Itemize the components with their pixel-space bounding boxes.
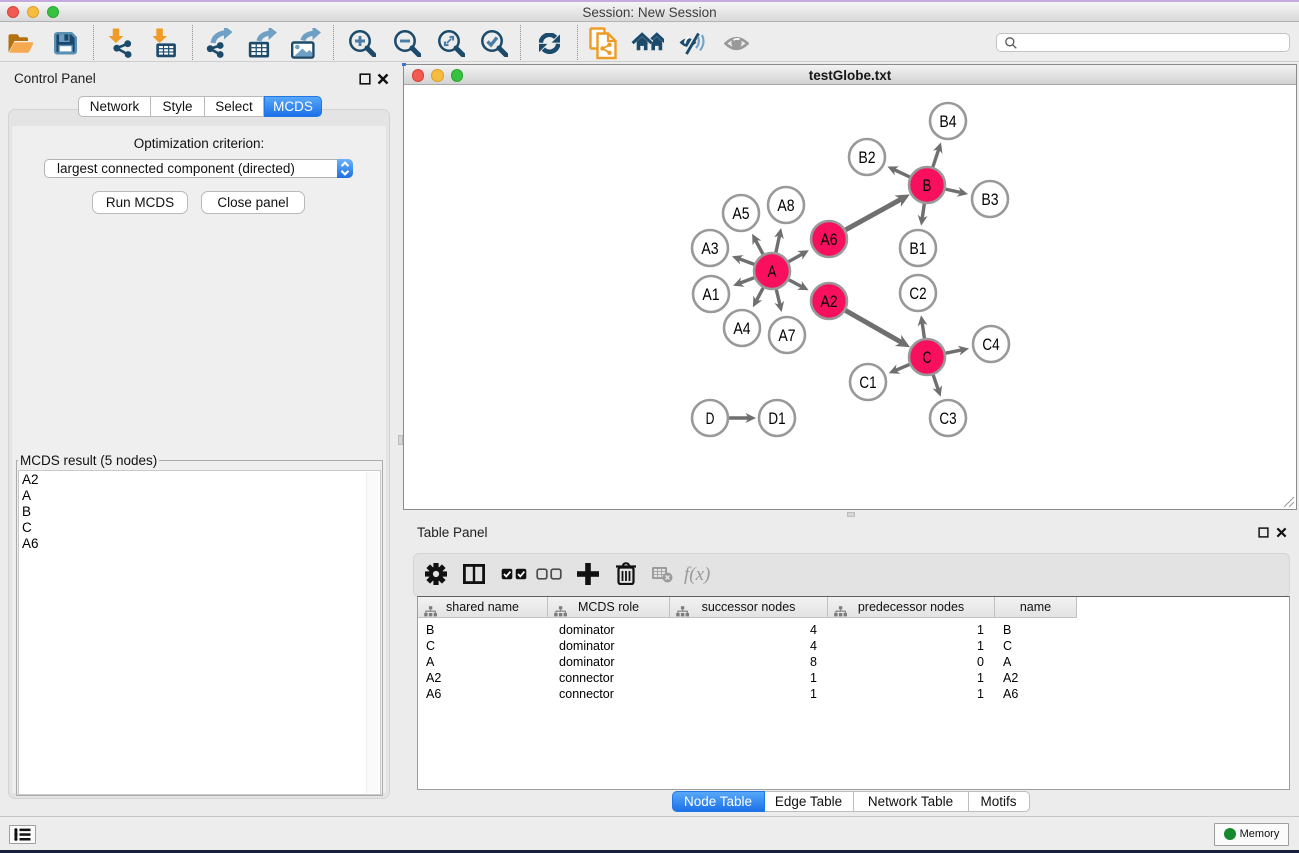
svg-text:C2: C2 (909, 285, 926, 303)
svg-text:A1: A1 (702, 286, 719, 304)
svg-text:B2: B2 (858, 149, 875, 167)
svg-text:f(x): f(x) (684, 564, 710, 585)
svg-text:B1: B1 (909, 240, 926, 258)
svg-text:C1: C1 (859, 374, 876, 392)
svg-text:A7: A7 (778, 327, 795, 345)
svg-text:D1: D1 (768, 410, 785, 428)
svg-text:B: B (923, 177, 932, 195)
svg-text:D: D (706, 410, 715, 428)
svg-text:A3: A3 (701, 240, 718, 258)
svg-text:A: A (768, 263, 777, 281)
svg-text:A2: A2 (820, 293, 837, 311)
svg-text:C: C (923, 349, 932, 367)
svg-text:B4: B4 (939, 113, 956, 131)
svg-text:A8: A8 (777, 197, 794, 215)
svg-text:C4: C4 (982, 336, 999, 354)
svg-text:B3: B3 (981, 191, 998, 209)
svg-text:A4: A4 (733, 320, 750, 338)
svg-text:C3: C3 (939, 410, 956, 428)
svg-text:A5: A5 (732, 205, 749, 223)
svg-text:A6: A6 (820, 231, 837, 249)
